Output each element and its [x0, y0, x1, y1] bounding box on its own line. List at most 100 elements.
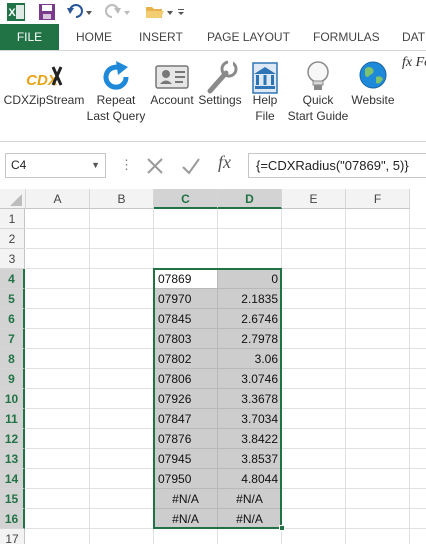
refresh-icon	[96, 57, 136, 97]
formula-bar-grip-icon[interactable]: ⋮	[120, 157, 133, 173]
row-header-15[interactable]: 15	[0, 489, 25, 509]
tab-insert[interactable]: INSERT	[139, 24, 183, 50]
formula-input[interactable]: {=CDXRadius("07869", 5)}	[248, 153, 426, 178]
row-header-17[interactable]: 17	[0, 529, 25, 544]
settings-button[interactable]: Settings	[198, 51, 242, 143]
worksheet-grid[interactable]: ABCDEF 1 2 3 4 5 6 7 8 9 10 11 12 13 14 15 16 17 07869 0 0…	[0, 189, 426, 544]
select-all-corner[interactable]	[0, 189, 26, 209]
row-header-4[interactable]: 4	[0, 269, 25, 289]
cell-d16[interactable]: #N/A	[218, 509, 282, 529]
column-header-c[interactable]: C	[154, 189, 218, 209]
file-label: File	[255, 109, 275, 123]
cell-c9[interactable]: 07806	[154, 369, 218, 389]
cell-d11[interactable]: 3.7034	[218, 409, 282, 429]
cell-c8[interactable]: 07802	[154, 349, 218, 369]
wrench-icon	[200, 57, 240, 97]
cell-d4[interactable]: 0	[218, 269, 282, 289]
row-header-5[interactable]: 5	[0, 289, 25, 309]
column-header-d[interactable]: D	[218, 189, 282, 209]
column-header-e[interactable]: E	[282, 189, 346, 209]
tab-home[interactable]: HOME	[76, 24, 112, 50]
name-box[interactable]: C4 ▼	[5, 153, 106, 178]
cell-d8[interactable]: 3.06	[218, 349, 282, 369]
function-label-partial: Fo	[415, 55, 426, 70]
row-header-7[interactable]: 7	[0, 329, 25, 349]
cell-d7[interactable]: 2.7978	[218, 329, 282, 349]
function-fx-icon: fx	[402, 55, 413, 70]
cell-c7[interactable]: 07803	[154, 329, 218, 349]
help-file-icon	[245, 57, 285, 97]
start-guide-label: Start Guide	[287, 109, 349, 123]
tab-file[interactable]: FILE	[0, 24, 59, 50]
row-header-16[interactable]: 16	[0, 509, 25, 529]
cdxzipstream-button[interactable]: CDX CDXZipStream	[2, 51, 86, 143]
quick-access-toolbar: X	[0, 0, 426, 24]
excel-logo-icon[interactable]: X	[6, 2, 26, 22]
cell-c11[interactable]: 07847	[154, 409, 218, 429]
cell-d5[interactable]: 2.1835	[218, 289, 282, 309]
tab-formulas[interactable]: FORMULAS	[313, 24, 380, 50]
help-file-button[interactable]: Help File	[244, 51, 286, 143]
row-header-3[interactable]: 3	[0, 249, 25, 269]
repeat-last-query-button[interactable]: Repeat Last Query	[86, 51, 146, 143]
open-folder-icon[interactable]	[144, 2, 174, 22]
row-header-1[interactable]: 1	[0, 209, 25, 229]
cell-c12[interactable]: 07876	[154, 429, 218, 449]
cell-c4[interactable]: 07869	[154, 269, 218, 289]
cell-d12[interactable]: 3.8422	[218, 429, 282, 449]
cdxzipstream-label: CDXZipStream	[3, 93, 85, 107]
tab-data[interactable]: DAT	[402, 24, 425, 50]
tab-page-layout[interactable]: PAGE LAYOUT	[207, 24, 290, 50]
cell-c14[interactable]: 07950	[154, 469, 218, 489]
website-label: Website	[351, 93, 395, 107]
cell-d6[interactable]: 2.6746	[218, 309, 282, 329]
repeat-label: Repeat	[96, 93, 136, 107]
insert-function-ribbon-button[interactable]: fx Fo	[398, 51, 426, 143]
quick-label: Quick	[302, 93, 334, 107]
row-header-6[interactable]: 6	[0, 309, 25, 329]
confirm-entry-icon[interactable]	[180, 155, 202, 177]
lightbulb-icon	[298, 57, 338, 97]
last-query-label: Last Query	[86, 109, 146, 123]
row-header-8[interactable]: 8	[0, 349, 25, 369]
cell-d15[interactable]: #N/A	[218, 489, 282, 509]
column-header-f[interactable]: F	[346, 189, 410, 209]
save-icon[interactable]	[38, 2, 56, 22]
website-button[interactable]: Website	[350, 51, 396, 143]
globe-icon	[353, 57, 393, 97]
cell-c15[interactable]: #N/A	[154, 489, 218, 509]
help-label: Help	[252, 93, 278, 107]
row-header-11[interactable]: 11	[0, 409, 25, 429]
cell-d10[interactable]: 3.3678	[218, 389, 282, 409]
account-label: Account	[150, 93, 194, 107]
cell-c13[interactable]: 07945	[154, 449, 218, 469]
chevron-down-icon[interactable]: ▼	[91, 154, 100, 177]
customize-toolbar-icon[interactable]	[176, 2, 186, 22]
column-header-b[interactable]: B	[90, 189, 154, 209]
cell-c10[interactable]: 07926	[154, 389, 218, 409]
cell-d9[interactable]: 3.0746	[218, 369, 282, 389]
row-header-12[interactable]: 12	[0, 429, 25, 449]
account-card-icon	[152, 57, 192, 97]
cell-d14[interactable]: 4.8044	[218, 469, 282, 489]
cancel-entry-icon[interactable]	[144, 155, 166, 177]
cell-c5[interactable]: 07970	[154, 289, 218, 309]
redo-icon[interactable]	[104, 2, 132, 22]
fill-handle[interactable]	[279, 525, 285, 531]
row-header-9[interactable]: 9	[0, 369, 25, 389]
quick-start-guide-button[interactable]: Quick Start Guide	[286, 51, 350, 143]
cdx-logo-icon: CDX	[24, 57, 64, 97]
row-header-2[interactable]: 2	[0, 229, 25, 249]
column-header-a[interactable]: A	[26, 189, 90, 209]
row-header-10[interactable]: 10	[0, 389, 25, 409]
row-header-13[interactable]: 13	[0, 449, 25, 469]
undo-icon[interactable]	[66, 2, 94, 22]
row-header-14[interactable]: 14	[0, 469, 25, 489]
account-button[interactable]: Account	[146, 51, 198, 143]
excel-window: X FILE HOME INSERT PAGE LAYOUT FORMULAS …	[0, 0, 426, 544]
insert-function-icon[interactable]: fx	[218, 152, 231, 173]
cell-d13[interactable]: 3.8537	[218, 449, 282, 469]
cell-c6[interactable]: 07845	[154, 309, 218, 329]
cell-c16[interactable]: #N/A	[154, 509, 218, 529]
ribbon-tabs: FILE HOME INSERT PAGE LAYOUT FORMULAS DA…	[0, 24, 426, 50]
